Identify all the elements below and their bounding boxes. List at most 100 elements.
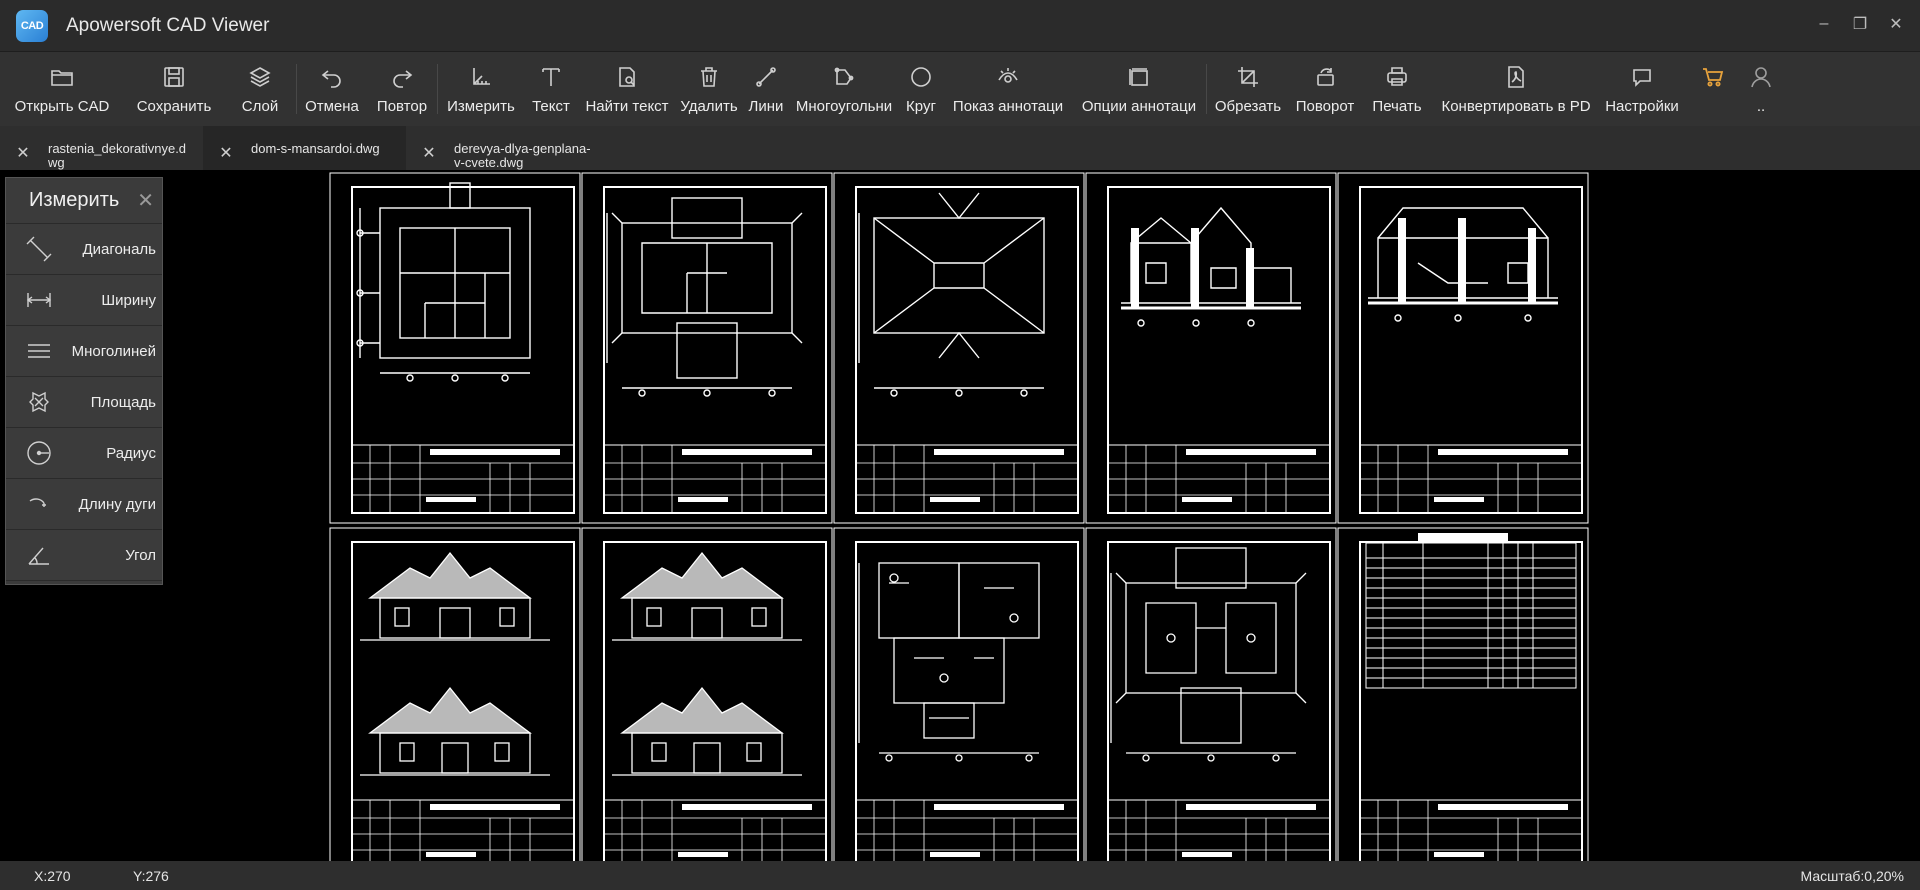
annotation-options-label: Опции аннотаци [1081,98,1197,115]
measure-radius-button[interactable]: Радиус [6,428,162,479]
undo-icon [321,70,341,88]
open-cad-button[interactable]: Открыть CAD [0,52,124,126]
polygon-icon [834,67,854,85]
delete-button[interactable]: Удалить [676,52,742,126]
tab-derevya[interactable]: ✕ derevya-dlya-genplana-v-cvete.dwg [406,126,609,170]
tab-label: dom-s-mansardoi.dwg [251,142,380,156]
width-icon [26,293,52,307]
layer-label: Слой [241,98,279,115]
cursor-x-readout: X:270 [34,867,71,884]
window-controls: – ❐ ✕ [1806,8,1914,40]
cart-button[interactable] [1685,52,1741,126]
measure-arc-length-button[interactable]: Длину дуги [6,479,162,530]
circle-icon [911,67,931,87]
annotation-options-button[interactable]: Опции аннотаци [1072,52,1206,126]
line-label: Лини [748,98,784,115]
user-icon [1751,67,1771,88]
print-button[interactable]: Печать [1361,52,1433,126]
restore-button[interactable]: ❐ [1842,8,1878,40]
print-label: Печать [1372,98,1422,115]
show-annotation-button[interactable]: Показ аннотаци [944,52,1072,126]
circle-label: Круг [906,98,936,115]
zoom-scale-readout: Масштаб:0,20% [1800,867,1904,884]
close-icon[interactable]: ✕ [137,188,154,213]
measure-panel-header: Измерить ✕ [6,178,162,224]
undo-label: Отмена [305,98,359,115]
cart-icon [1703,68,1724,87]
rotate-icon [1317,68,1334,86]
settings-label: Настройки [1605,98,1679,115]
measure-angle-button[interactable]: Угол [6,530,162,581]
radius-icon [27,441,51,465]
circle-button[interactable]: Круг [898,52,944,126]
find-text-label: Найти текст [585,98,669,115]
tab-dom-s-mansardoi[interactable]: ✕ dom-s-mansardoi.dwg [203,126,406,170]
measure-item-label: Радиус [106,444,156,462]
annotation-options-icon [1129,68,1148,86]
measure-diagonal-button[interactable]: Диагональ [6,224,162,275]
print-icon [1387,67,1407,86]
measure-item-label: Площадь [90,393,156,411]
diagonal-icon [26,236,52,262]
measure-button[interactable]: Измерить [438,52,524,126]
trash-icon [701,67,717,87]
find-text-button[interactable]: Найти текст [578,52,676,126]
redo-button[interactable]: Повтор [367,52,437,126]
measure-label: Измерить [447,98,515,115]
find-text-icon [619,67,635,87]
save-icon [164,67,184,87]
crop-icon [1238,67,1258,87]
app-logo-icon: CAD [16,9,48,42]
rotate-button[interactable]: Поворот [1289,52,1361,126]
settings-icon [1633,69,1651,87]
measure-polyline-button[interactable]: Многолиней [6,326,162,377]
sheet-row-2 [329,527,1589,861]
close-tab-icon[interactable]: ✕ [416,143,442,163]
save-button[interactable]: Сохранить [124,52,224,126]
layers-icon [249,67,271,87]
drawing-canvas[interactable] [0,170,1920,861]
polyline-icon [28,344,50,358]
undo-button[interactable]: Отмена [297,52,367,126]
sheet-row-1 [329,172,1589,524]
close-tab-icon[interactable]: ✕ [213,143,239,163]
minimize-button[interactable]: – [1806,8,1842,40]
redo-label: Повтор [376,98,428,115]
tab-rastenia[interactable]: ✕ rastenia_dekorativnye.dwg [0,126,203,170]
drawing-sheets[interactable] [0,170,1920,861]
crop-label: Обрезать [1214,98,1282,115]
settings-button[interactable]: Настройки [1599,52,1685,126]
document-tabs: ✕ rastenia_dekorativnye.dwg ✕ dom-s-mans… [0,126,1920,170]
show-annotation-label: Показ аннотаци [952,98,1064,115]
rotate-label: Поворот [1295,98,1355,115]
text-button[interactable]: Текст [524,52,578,126]
crop-button[interactable]: Обрезать [1207,52,1289,126]
measure-area-button[interactable]: Площадь [6,377,162,428]
show-annotation-icon [998,68,1018,83]
measure-item-label: Многолиней [71,342,156,360]
cursor-y-readout: Y:276 [133,867,169,884]
pdf-icon [1508,66,1524,88]
close-tab-icon[interactable]: ✕ [10,143,36,163]
measure-item-label: Угол [125,546,156,564]
user-label: .. [1756,98,1766,115]
convert-pdf-button[interactable]: Конвертировать в PD [1433,52,1599,126]
line-button[interactable]: Лини [742,52,790,126]
tab-label: derevya-dlya-genplana-v-cvete.dwg [454,142,591,170]
text-icon [542,68,560,86]
measure-width-button[interactable]: Ширину [6,275,162,326]
redo-icon [393,70,413,88]
measure-item-label: Длину дуги [78,495,156,513]
save-label: Сохранить [136,98,212,115]
polygon-button[interactable]: Многоугольни [790,52,898,126]
layer-button[interactable]: Слой [224,52,296,126]
app-logo-text: CAD [20,19,44,32]
measure-panel-title: Измерить [29,189,120,211]
close-button[interactable]: ✕ [1878,8,1914,40]
angle-icon [28,547,49,565]
arc-length-icon [29,498,46,507]
user-button[interactable]: .. [1741,52,1781,126]
main-toolbar: Открыть CAD Сохранить Слой Отмена Повтор… [0,52,1920,126]
measure-item-label: Ширину [101,291,156,309]
line-icon [756,67,776,87]
